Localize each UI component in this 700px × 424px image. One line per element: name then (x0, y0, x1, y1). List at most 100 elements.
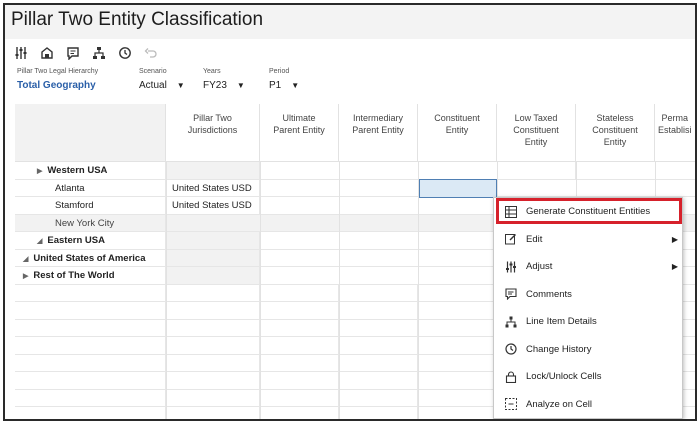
grid-cell[interactable] (418, 389, 497, 406)
corner-header (15, 104, 166, 162)
grid-cell[interactable] (260, 354, 339, 371)
grid-cell[interactable] (166, 302, 260, 319)
chevron-down-icon[interactable]: ▼ (237, 81, 245, 90)
table-row: ▶ Western USA (15, 162, 695, 180)
grid-cell[interactable] (339, 389, 418, 406)
column-header[interactable]: Intermediary Parent Entity (339, 104, 418, 162)
grid-cell[interactable] (418, 372, 497, 389)
row-member[interactable]: Atlanta (15, 179, 166, 196)
column-header[interactable]: Low Taxed Constituent Entity (497, 104, 576, 162)
grid-cell[interactable] (418, 407, 497, 419)
pov-bar: Pillar Two Legal Hierarchy Total Geograp… (15, 68, 695, 102)
row-member[interactable]: Stamford (15, 197, 166, 214)
grid-cell[interactable] (418, 337, 497, 354)
menu-item-lock-unlock-cells[interactable]: Lock/Unlock Cells (494, 363, 682, 390)
column-header[interactable]: Ultimate Parent Entity (260, 104, 339, 162)
history-icon[interactable] (117, 45, 133, 61)
pov-value: FY23 (203, 80, 227, 91)
collapse-triangle-icon[interactable]: ◢ (23, 251, 28, 267)
adjust-sliders-icon[interactable] (13, 45, 29, 61)
menu-item-comments[interactable]: Comments (494, 281, 682, 308)
collapse-triangle-icon[interactable]: ◢ (37, 233, 42, 249)
pov-legal-hierarchy[interactable]: Pillar Two Legal Hierarchy Total Geograp… (17, 68, 98, 91)
grid-cell[interactable] (166, 162, 260, 179)
menu-item-change-history[interactable]: Change History (494, 336, 682, 363)
grid-cell[interactable] (166, 249, 260, 266)
grid-cell[interactable] (497, 162, 576, 179)
grid-cell[interactable] (418, 284, 497, 301)
grid-cell[interactable] (339, 302, 418, 319)
submenu-arrow-icon: ▶ (671, 234, 678, 244)
grid-cell[interactable] (418, 354, 497, 371)
row-member[interactable]: ◢ United States of America (15, 249, 166, 267)
grid-cell[interactable] (260, 319, 339, 336)
pov-value[interactable]: Total Geography (17, 80, 98, 91)
row-member[interactable]: ▶ Rest of The World (15, 267, 166, 284)
grid-cell (15, 407, 166, 419)
grid-cell[interactable] (339, 284, 418, 301)
grid-cell[interactable] (339, 337, 418, 354)
menu-item-adjust[interactable]: Adjust ▶ (494, 253, 682, 280)
grid-cell[interactable] (260, 407, 339, 419)
row-member[interactable]: New York City (15, 214, 166, 231)
grid-cell[interactable] (260, 302, 339, 319)
table-row: Atlanta United States USD (15, 179, 695, 197)
expand-triangle-icon[interactable]: ▶ (23, 268, 28, 284)
expand-triangle-icon[interactable]: ▶ (37, 163, 42, 179)
history-icon (504, 342, 518, 356)
menu-item-label: Lock/Unlock Cells (526, 371, 602, 382)
grid-cell[interactable] (166, 407, 260, 419)
home-cube-icon[interactable] (39, 45, 55, 61)
grid-cell (15, 302, 166, 319)
menu-item-edit[interactable]: Edit ▶ (494, 226, 682, 253)
menu-item-label: Comments (526, 288, 572, 300)
grid-cell[interactable] (339, 319, 418, 336)
pov-years[interactable]: Years FY23 ▼ (203, 68, 245, 91)
undo-icon[interactable] (143, 45, 159, 61)
grid-cell[interactable] (260, 284, 339, 301)
column-header[interactable]: Constituent Entity (418, 104, 497, 162)
hierarchy-icon[interactable] (91, 45, 107, 61)
grid-cell[interactable]: United States USD (166, 197, 260, 214)
title-bar: Pillar Two Entity Classification (5, 5, 695, 39)
row-member[interactable]: ▶ Western USA (15, 162, 166, 179)
grid-cell[interactable] (260, 337, 339, 354)
grid-cell[interactable] (260, 389, 339, 406)
grid-cell[interactable] (339, 354, 418, 371)
grid-cell[interactable] (166, 372, 260, 389)
grid-cell[interactable] (166, 232, 260, 249)
pov-label: Pillar Two Legal Hierarchy (17, 68, 99, 75)
grid-cell[interactable]: United States USD (166, 179, 260, 196)
pov-period[interactable]: Period P1 ▼ (269, 68, 299, 91)
selected-cell[interactable] (419, 179, 497, 198)
grid-cell[interactable] (166, 354, 260, 371)
chevron-down-icon[interactable]: ▼ (291, 81, 299, 90)
menu-item-label: Edit (526, 233, 543, 245)
column-header[interactable]: Stateless Constituent Entity (576, 104, 655, 162)
pov-scenario[interactable]: Scenario Actual ▼ (139, 68, 185, 91)
grid-cell[interactable] (166, 319, 260, 336)
column-header[interactable]: Perma Establisi (655, 104, 695, 162)
page-title: Pillar Two Entity Classification (11, 9, 264, 30)
menu-item-label: Change History (526, 343, 592, 355)
menu-item-analyze-on-cell[interactable]: Analyze on Cell (494, 391, 682, 418)
column-header[interactable]: Pillar Two Jurisdictions (166, 104, 260, 162)
grid-cell[interactable] (166, 267, 260, 284)
grid-cell[interactable] (260, 372, 339, 389)
toolbar (5, 39, 695, 67)
menu-item-line-item-details[interactable]: Line Item Details (494, 308, 682, 335)
grid-cell[interactable] (166, 284, 260, 301)
grid-cell[interactable] (166, 337, 260, 354)
grid-cell[interactable] (339, 407, 418, 419)
grid-cell[interactable] (166, 389, 260, 406)
row-member[interactable]: ◢ Eastern USA (15, 232, 166, 249)
pov-value: P1 (269, 80, 282, 91)
comment-icon (504, 287, 518, 301)
chevron-down-icon[interactable]: ▼ (177, 81, 185, 90)
grid-cell[interactable] (418, 319, 497, 336)
grid-cell[interactable] (418, 302, 497, 319)
grid-cell (15, 337, 166, 354)
comment-icon[interactable] (65, 45, 81, 61)
context-menu: Generate Constituent Entities Edit ▶ Adj… (493, 197, 683, 419)
grid-cell[interactable] (339, 372, 418, 389)
